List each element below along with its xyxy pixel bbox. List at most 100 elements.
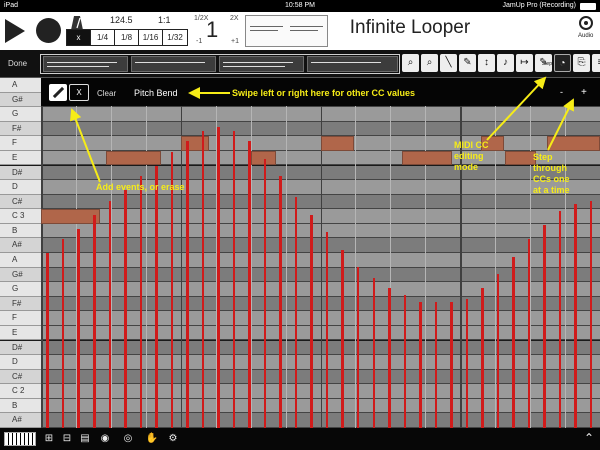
cc-event-bar[interactable] (139, 176, 143, 428)
export-icon[interactable]: ⎘ (573, 54, 590, 72)
midi-note[interactable] (401, 150, 452, 166)
note-grid[interactable] (41, 78, 600, 428)
piano-key[interactable]: B (0, 223, 41, 239)
cc-event-bar[interactable] (232, 130, 236, 428)
piano-key[interactable]: C# (0, 369, 41, 385)
mixer-icon[interactable]: ⊞ (42, 432, 56, 446)
cc-event-bar[interactable] (527, 239, 531, 428)
minus-one-button[interactable]: -1 (196, 38, 202, 45)
double-speed-button[interactable]: 2X (230, 15, 239, 22)
quantize-option[interactable]: 1/8 (115, 30, 139, 45)
cc-name[interactable]: Pitch Bend (134, 88, 178, 98)
stretch-tool-icon[interactable]: ↕ (478, 54, 495, 72)
cc-event-bar[interactable] (279, 176, 282, 428)
cc-event-bar[interactable] (186, 141, 189, 428)
pointer-tool-icon[interactable]: ↦ (516, 54, 533, 72)
cc-event-bar[interactable] (294, 197, 298, 428)
piano-key[interactable]: F# (0, 296, 41, 312)
record-button[interactable] (36, 18, 61, 43)
piano-key[interactable]: D (0, 355, 41, 370)
expand-icon[interactable]: ⌃ (584, 431, 594, 445)
piano-key[interactable]: E (0, 150, 41, 166)
cc-event-bar[interactable] (558, 211, 562, 428)
erase-button[interactable]: X (69, 84, 89, 101)
cc-event-bar[interactable] (263, 158, 267, 428)
piano-key[interactable]: F (0, 136, 41, 151)
piano-key[interactable]: G (0, 107, 41, 122)
audio-icon[interactable] (579, 16, 593, 30)
piano-key[interactable]: D# (0, 165, 41, 181)
cc-event-bar[interactable] (201, 130, 205, 428)
cc-event-bar[interactable] (217, 127, 220, 428)
zoom-in-icon[interactable]: ⌕ (402, 54, 419, 72)
list-icon[interactable]: ▤ (78, 432, 92, 446)
piano-key[interactable]: C# (0, 194, 41, 210)
piano-key[interactable]: A# (0, 413, 41, 428)
velocity-tool-icon[interactable]: ♪ (497, 54, 514, 72)
cc-event-bar[interactable] (450, 302, 453, 428)
ratio-value[interactable]: 1:1 (158, 15, 171, 25)
clip-overview[interactable] (40, 54, 400, 74)
midi-note[interactable] (180, 136, 209, 151)
quantize-option[interactable]: x (67, 30, 91, 45)
piano-key[interactable]: C 2 (0, 384, 41, 399)
record-icon[interactable]: ◉ (98, 432, 112, 446)
pencil-add-icon[interactable] (49, 84, 67, 101)
plus-one-button[interactable]: +1 (231, 38, 239, 45)
cc-event-bar[interactable] (419, 302, 422, 428)
piano-key[interactable]: F (0, 311, 41, 326)
loop-overview[interactable] (245, 15, 328, 47)
piano-key[interactable]: G# (0, 267, 41, 283)
split-icon[interactable]: ⊟ (60, 432, 74, 446)
zoom-out-icon[interactable]: ⌕ (421, 54, 438, 72)
tempo-value[interactable]: 124.5 (110, 15, 133, 25)
menu-icon[interactable]: ≡ (592, 54, 600, 72)
cc-event-bar[interactable] (341, 249, 344, 428)
cc-next-button[interactable]: + (581, 87, 587, 98)
cc-event-bar[interactable] (248, 141, 251, 428)
done-button[interactable]: Done (8, 59, 27, 68)
cc-event-bar[interactable] (481, 288, 484, 428)
cc-event-bar[interactable] (356, 267, 360, 428)
piano-key[interactable]: C 3 (0, 209, 41, 224)
line-tool-icon[interactable]: ╲ (440, 54, 457, 72)
cc-event-bar[interactable] (496, 274, 500, 428)
midi-note[interactable] (41, 209, 100, 224)
cc-event-bar[interactable] (372, 277, 376, 428)
midi-note[interactable] (320, 136, 355, 151)
cc-event-bar[interactable] (434, 302, 438, 428)
midi-note[interactable] (546, 136, 600, 151)
pen-step-icon[interactable]: ✎ Step (535, 54, 552, 72)
wave-eye-icon[interactable]: ◎ (120, 432, 136, 446)
cc-event-bar[interactable] (325, 232, 329, 428)
clear-button[interactable]: Clear (97, 89, 116, 98)
cc-event-bar[interactable] (465, 298, 469, 428)
cc-event-bar[interactable] (512, 256, 515, 428)
cc-previous-button[interactable]: - (560, 87, 563, 97)
cc-event-bar[interactable] (46, 253, 49, 428)
piano-keyboard[interactable]: A G# G F# F E D# D C# C 3 B A# A G# G F# F E D# D C# C 2 B A# (0, 78, 41, 428)
piano-key[interactable]: G# (0, 92, 41, 108)
cc-event-bar[interactable] (543, 225, 546, 428)
piano-key[interactable]: B (0, 398, 41, 414)
midi-note[interactable] (504, 150, 536, 166)
gear-icon[interactable]: ⚙ (166, 432, 180, 446)
cc-event-bar[interactable] (61, 239, 65, 428)
cc-event-bar[interactable] (403, 295, 407, 428)
cc-event-bar[interactable] (388, 288, 391, 428)
cc-event-bar[interactable] (574, 204, 577, 428)
piano-key[interactable]: A (0, 253, 41, 268)
cc-event-bar[interactable] (124, 190, 127, 428)
pencil-tool-icon[interactable]: ✎ (459, 54, 476, 72)
cc-event-bar[interactable] (589, 200, 593, 428)
quantize-option[interactable]: 1/32 (163, 30, 187, 45)
quantize-option[interactable]: 1/16 (139, 30, 163, 45)
piano-key[interactable]: G (0, 282, 41, 297)
piano-icon[interactable] (4, 432, 36, 446)
piano-key[interactable]: A (0, 78, 41, 93)
quantize-option[interactable]: 1/4 (91, 30, 115, 45)
cc-event-bar[interactable] (108, 200, 112, 428)
piano-key[interactable]: E (0, 325, 41, 341)
wave-hand-icon[interactable]: ✋ (144, 432, 160, 446)
piano-key[interactable]: F# (0, 121, 41, 137)
